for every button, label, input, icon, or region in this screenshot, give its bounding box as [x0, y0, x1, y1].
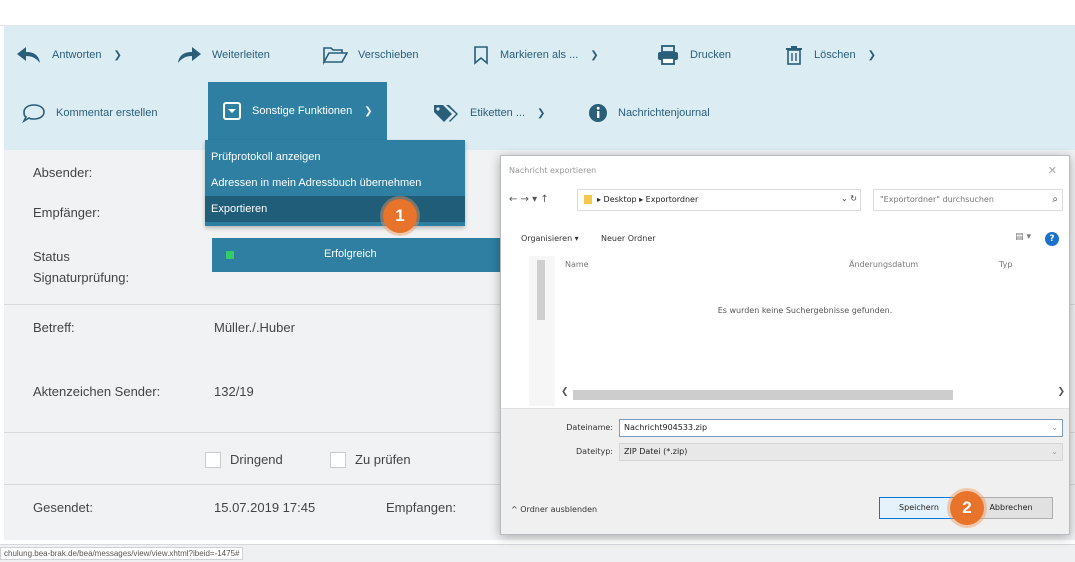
signature-status-bar: Erfolgreich — [212, 238, 492, 272]
sent-label: Gesendet: — [33, 500, 93, 515]
urgent-label: Dringend — [230, 452, 283, 467]
menu-item-show-protocol[interactable]: Prüfprotokoll anzeigen — [205, 144, 465, 170]
printer-icon — [658, 45, 678, 65]
chevron-down-icon: ❯ — [590, 49, 599, 61]
empty-results-text: Es wurden keine Suchergebnisse gefunden. — [717, 306, 893, 315]
search-icon: ⌕ — [1052, 194, 1058, 205]
subject-value: Müller./.Huber — [214, 320, 295, 335]
more-functions-button[interactable]: Sonstige Funktionen ❯ — [208, 82, 387, 140]
mark-as-button[interactable]: Markieren als ... ❯ — [472, 40, 599, 70]
labels-label: Etiketten ... — [470, 107, 526, 119]
forward-icon — [178, 47, 201, 63]
mark-as-label: Markieren als ... — [500, 49, 579, 61]
bookmark-icon — [474, 46, 488, 65]
forward-button[interactable]: Weiterleiten — [176, 40, 270, 70]
print-label: Drucken — [690, 49, 731, 61]
filetype-value: ZIP Datei (*.zip) — [624, 447, 688, 456]
column-name[interactable]: Name — [565, 260, 589, 269]
sent-value: 15.07.2019 17:45 — [214, 500, 316, 515]
folder-open-icon — [322, 47, 348, 65]
top-band — [0, 0, 1075, 26]
reference-value: 132/19 — [214, 384, 254, 399]
scrollbar-thumb[interactable] — [573, 390, 953, 400]
delete-button[interactable]: Löschen ❯ — [784, 40, 876, 70]
delete-label: Löschen — [814, 49, 856, 61]
scroll-left-icon[interactable]: ❮ — [561, 387, 569, 397]
organize-button[interactable]: Organisieren ▾ — [521, 234, 579, 243]
new-folder-button[interactable]: Neuer Ordner — [601, 234, 656, 243]
labels-button[interactable]: Etiketten ... ❯ — [432, 98, 545, 128]
filetype-select[interactable]: ZIP Datei (*.zip) ⌄ — [619, 443, 1063, 461]
trash-icon — [786, 46, 802, 65]
help-icon[interactable]: ? — [1045, 232, 1059, 246]
filetype-label: Dateityp: — [576, 447, 613, 456]
search-placeholder: "Exportordner" durchsuchen — [880, 195, 994, 204]
recipient-label: Empfänger: — [33, 205, 101, 220]
status-ok-icon — [226, 251, 234, 259]
signature-status-label: Status Signaturprüfung: — [33, 249, 130, 285]
step-badge-1: 1 — [383, 199, 417, 233]
save-button[interactable]: Speichern — [879, 497, 959, 519]
reply-button[interactable]: Antworten ❯ — [16, 40, 122, 70]
print-button[interactable]: Drucken — [656, 40, 731, 70]
close-icon[interactable]: ✕ — [1048, 164, 1057, 177]
comment-button[interactable]: Kommentar erstellen — [22, 98, 158, 128]
to-check-checkbox[interactable] — [330, 452, 346, 468]
filename-field[interactable]: Nachricht904533.zip ⌄ — [619, 419, 1063, 437]
path-bar[interactable]: ▸ Desktop ▸ Exportordner — [577, 189, 861, 211]
filename-value: Nachricht904533.zip — [624, 423, 708, 432]
reply-icon — [17, 47, 40, 63]
refresh-icon[interactable]: ⌄ ↻ — [823, 189, 863, 211]
dialog-footer: Dateiname: Nachricht904533.zip ⌄ Dateityp… — [501, 408, 1069, 534]
path-text: ▸ Desktop ▸ Exportordner — [597, 195, 699, 204]
info-icon — [589, 104, 607, 122]
comment-icon — [22, 104, 45, 123]
reply-label: Antworten — [52, 49, 102, 61]
comment-label: Kommentar erstellen — [56, 107, 158, 119]
folder-icon — [584, 195, 592, 204]
hide-folders-toggle[interactable]: ^ Ordner ausblenden — [511, 505, 597, 514]
signature-status-value: Erfolgreich — [324, 248, 377, 260]
chevron-down-icon[interactable]: ⌄ — [1051, 420, 1058, 436]
urgent-checkbox[interactable] — [205, 452, 221, 468]
chevron-down-icon: ❯ — [867, 49, 876, 61]
dialog-title: Nachricht exportieren — [509, 166, 597, 175]
step-badge-2: 2 — [950, 491, 984, 525]
reference-label: Aktenzeichen Sender: — [33, 384, 161, 399]
column-type[interactable]: Typ — [999, 260, 1012, 269]
export-dialog: Nachricht exportieren ✕ ← → ▾ ↑ ▸ Deskto… — [500, 155, 1070, 535]
received-label: Empfangen: — [386, 500, 457, 515]
nav-arrows[interactable]: ← → ▾ ↑ — [509, 194, 549, 205]
tags-icon — [434, 105, 458, 122]
dropdown-box-icon — [223, 102, 241, 120]
journal-button[interactable]: Nachrichtenjournal — [588, 98, 710, 128]
chevron-down-icon: ❯ — [364, 105, 373, 117]
move-button[interactable]: Verschieben — [322, 40, 419, 70]
more-functions-menu: Prüfprotokoll anzeigen Adressen in mein … — [205, 140, 465, 226]
horizontal-scrollbar[interactable]: ❮ ❯ — [561, 387, 1065, 402]
forward-label: Weiterleiten — [212, 49, 270, 61]
status-bar: chulung.bea-brak.de/bea/messages/view/vi… — [0, 544, 1075, 562]
journal-label: Nachrichtenjournal — [618, 107, 710, 119]
more-functions-label: Sonstige Funktionen — [252, 105, 353, 117]
status-url: chulung.bea-brak.de/bea/messages/view/vi… — [0, 547, 244, 560]
command-bar: Organisieren ▾ Neuer Ordner ▤ ▾ ? — [501, 230, 1069, 252]
search-input[interactable]: "Exportordner" durchsuchen ⌕ — [873, 189, 1063, 211]
subject-label: Betreff: — [33, 320, 75, 335]
scroll-right-icon[interactable]: ❯ — [1057, 387, 1065, 397]
chevron-down-icon: ❯ — [113, 49, 122, 61]
filename-label: Dateiname: — [566, 423, 613, 432]
sender-label: Absender: — [33, 165, 93, 180]
column-date[interactable]: Änderungsdatum — [849, 260, 918, 269]
to-check-label: Zu prüfen — [355, 452, 411, 467]
chevron-down-icon[interactable]: ⌄ — [1051, 444, 1058, 460]
menu-item-add-to-addressbook[interactable]: Adressen in mein Adressbuch übernehmen — [205, 170, 465, 196]
menu-item-export[interactable]: Exportieren — [205, 196, 465, 222]
view-options-icon[interactable]: ▤ ▾ — [1015, 232, 1031, 242]
move-label: Verschieben — [358, 49, 419, 61]
chevron-down-icon: ❯ — [537, 107, 546, 119]
